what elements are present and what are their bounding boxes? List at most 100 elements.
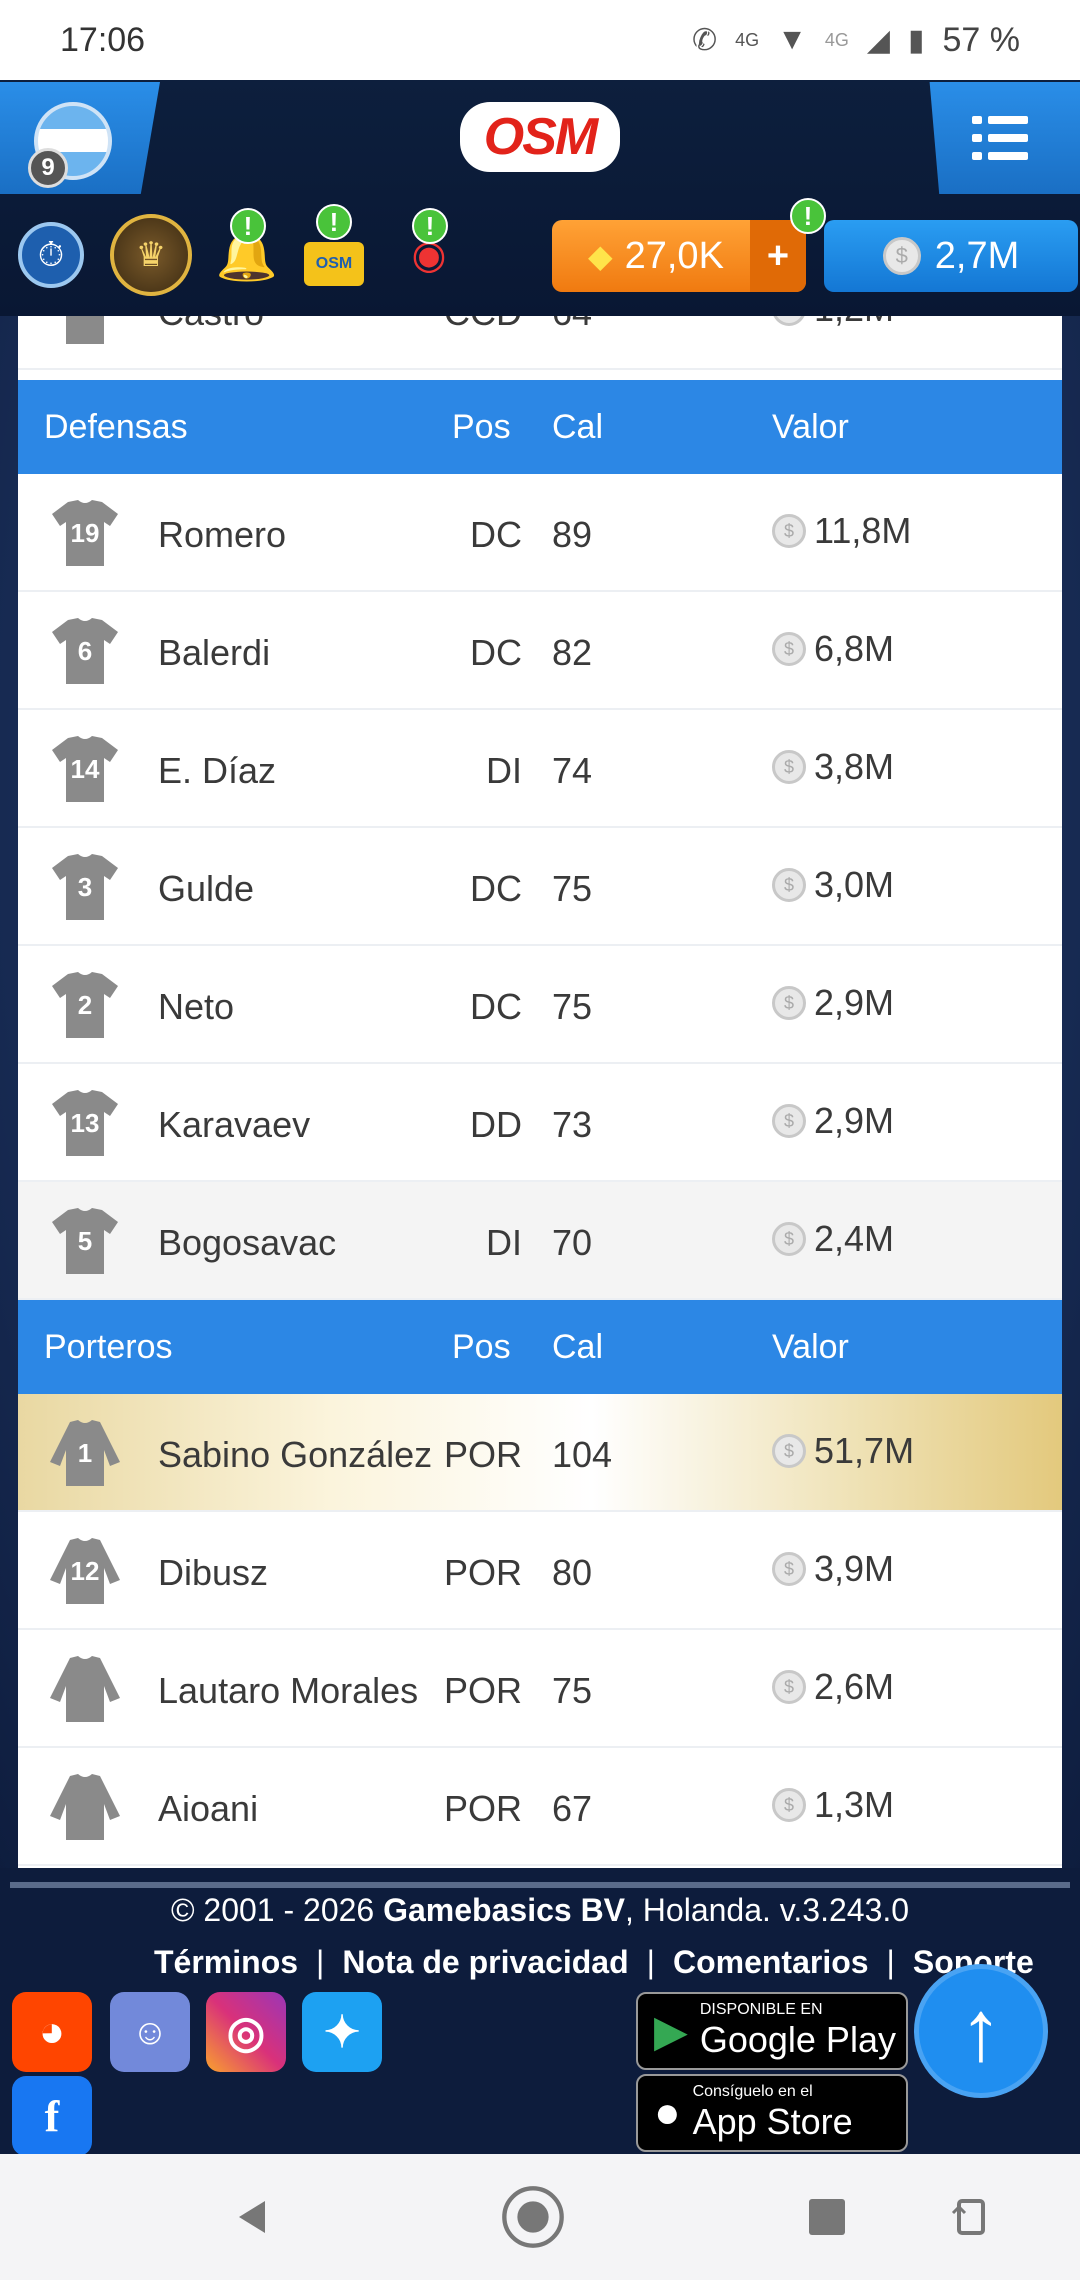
table-row[interactable]: 1 Sabino González POR 104 $51,7M (18, 1394, 1062, 1512)
facebook-icon[interactable]: f (12, 2076, 92, 2156)
player-position: DD (470, 1104, 522, 1145)
player-value-amount: 3,8M (814, 746, 895, 787)
apple-icon: ● (654, 2088, 681, 2137)
coin-icon: $ (772, 1670, 806, 1704)
player-value: $2,9M (772, 982, 894, 1024)
feedback-link[interactable]: Comentarios (673, 1944, 869, 1981)
copyright: © 2001 - 2026 Gamebasics BV, Holanda. v.… (0, 1892, 1080, 1929)
back-icon (239, 2201, 265, 2233)
player-value-amount: 2,9M (814, 982, 895, 1023)
table-row[interactable]: Lautaro Morales POR 75 $2,6M (18, 1630, 1062, 1748)
privacy-link[interactable]: Nota de privacidad (342, 1944, 628, 1981)
link-separator: | (646, 1944, 655, 1980)
jersey-icon: 2 (52, 972, 118, 1038)
table-row[interactable]: 19 Romero DC 89 $11,8M (18, 474, 1062, 592)
section-title: Defensas (44, 408, 188, 446)
goalkeeper-jersey-icon (50, 1774, 120, 1840)
column-header-valor[interactable]: Valor (772, 1328, 849, 1367)
table-row[interactable]: Aioani POR 67 $1,3M (18, 1748, 1062, 1866)
player-position: POR (443, 1670, 522, 1711)
coin-icon: $ (772, 316, 806, 326)
player-name: Sabino González (158, 1434, 433, 1475)
app-store-button[interactable]: ● Consíguelo en el App Store (636, 2074, 908, 2152)
jersey-icon (66, 316, 104, 344)
copyright-suffix: , Holanda. v.3.243.0 (625, 1892, 910, 1928)
player-rating: 73 (552, 1104, 593, 1145)
copyright-prefix: © 2001 - 2026 (170, 1892, 384, 1928)
menu-list-icon (972, 116, 1028, 160)
player-rating: 75 (552, 986, 593, 1027)
goalkeeper-jersey-icon: 1 (50, 1420, 120, 1486)
alert-badge-icon: ! (230, 208, 266, 244)
network-label-2: 4G (824, 29, 849, 50)
player-position: DC (470, 514, 522, 555)
player-name: E. Díaz (158, 750, 277, 791)
jersey-icon: 19 (52, 500, 118, 566)
link-separator: | (316, 1944, 325, 1980)
powerups-icon[interactable]: ◉ ! (396, 208, 462, 288)
twitter-icon[interactable]: ✦ (302, 1992, 382, 2072)
table-row[interactable]: 14 E. Díaz DI 74 $3,8M (18, 710, 1062, 828)
table-row[interactable]: 2 Neto DC 75 $2,9M (18, 946, 1062, 1064)
reddit-icon[interactable]: ◕ (12, 1992, 92, 2072)
footer: © 2001 - 2026 Gamebasics BV, Holanda. v.… (0, 1868, 1080, 2156)
google-play-small: DISPONIBLE EN (699, 2001, 823, 2018)
squad-table: Castro CCD 64 $1,2M Defensas Pos Cal Val… (18, 316, 1062, 1868)
player-name: Neto (158, 986, 235, 1027)
club-flag-button[interactable]: 9 (0, 82, 160, 194)
jersey-number: 5 (78, 1226, 92, 1256)
battery-icon: ▮ (907, 23, 925, 57)
stopwatch-icon[interactable]: ⏱ (18, 222, 84, 288)
google-play-button[interactable]: ▶ DISPONIBLE EN Google Play (636, 1992, 908, 2070)
rotate-button[interactable] (938, 2184, 1004, 2250)
trophy-badge-icon[interactable]: ♛ (110, 214, 192, 296)
column-header-cal[interactable]: Cal (552, 408, 603, 447)
home-button[interactable] (500, 2184, 566, 2250)
player-name: Dibusz (158, 1552, 269, 1593)
player-position: POR (443, 1434, 522, 1475)
gems-button[interactable]: ◆ 27,0K + (552, 220, 806, 292)
player-rating: 74 (552, 750, 593, 791)
osm-logo[interactable]: OSM (460, 102, 620, 172)
table-row[interactable]: 13 Karavaev DD 73 $2,9M (18, 1064, 1062, 1182)
menu-button[interactable] (929, 82, 1080, 194)
column-header-valor[interactable]: Valor (772, 408, 849, 447)
table-row[interactable]: 5 Bogosavac DI 70 $2,4M (18, 1182, 1062, 1300)
scroll-top-button[interactable]: ↑ (914, 1964, 1048, 2098)
jersey-number: 13 (71, 1108, 100, 1138)
discord-icon[interactable]: ☺ (110, 1992, 190, 2072)
player-name: Romero (158, 514, 287, 555)
player-position: DI (486, 750, 522, 791)
player-name: Aioani (158, 1788, 259, 1829)
coins-button[interactable]: $ 2,7M (824, 220, 1078, 292)
column-header-pos[interactable]: Pos (452, 1328, 511, 1367)
goalkeeper-jersey-icon (50, 1656, 120, 1722)
game-header: 9 OSM ⏱ ♛ 🔔 ! OSM ! ◉ ! ◆ 27,0K + ! $ 2,… (0, 80, 1080, 316)
column-header-cal[interactable]: Cal (552, 1328, 603, 1367)
column-header-pos[interactable]: Pos (452, 408, 511, 447)
table-row[interactable]: 3 Gulde DC 75 $3,0M (18, 828, 1062, 946)
coin-icon: $ (772, 868, 806, 902)
coin-icon: $ (772, 632, 806, 666)
rotate-icon (951, 2199, 985, 2235)
recents-button[interactable] (794, 2184, 860, 2250)
newspaper-icon[interactable]: OSM ! (304, 204, 364, 286)
gem-icon: ◆ (588, 238, 613, 274)
player-value: $2,9M (772, 1100, 894, 1142)
player-rating: 80 (552, 1552, 593, 1593)
app-store-text: Consíguelo en el App Store (693, 2083, 853, 2143)
back-button[interactable] (220, 2184, 286, 2250)
table-row[interactable]: 12 Dibusz POR 80 $3,9M (18, 1512, 1062, 1630)
bell-icon[interactable]: 🔔 ! (214, 208, 280, 288)
app-store-small: Consíguelo en el (692, 2083, 813, 2100)
table-row[interactable]: 6 Balerdi DC 82 $6,8M (18, 592, 1062, 710)
arrow-up-icon: ↑ (959, 1982, 1003, 2079)
instagram-icon[interactable]: ◎ (206, 1992, 286, 2072)
coin-icon: $ (772, 1788, 806, 1822)
terms-link[interactable]: Términos (154, 1944, 298, 1981)
player-value-amount: 11,8M (814, 510, 912, 551)
player-rating: 104 (552, 1434, 613, 1475)
player-position: DI (486, 1222, 522, 1263)
jersey-number: 19 (71, 518, 100, 548)
table-row[interactable]: Castro CCD 64 $1,2M (18, 316, 1062, 370)
